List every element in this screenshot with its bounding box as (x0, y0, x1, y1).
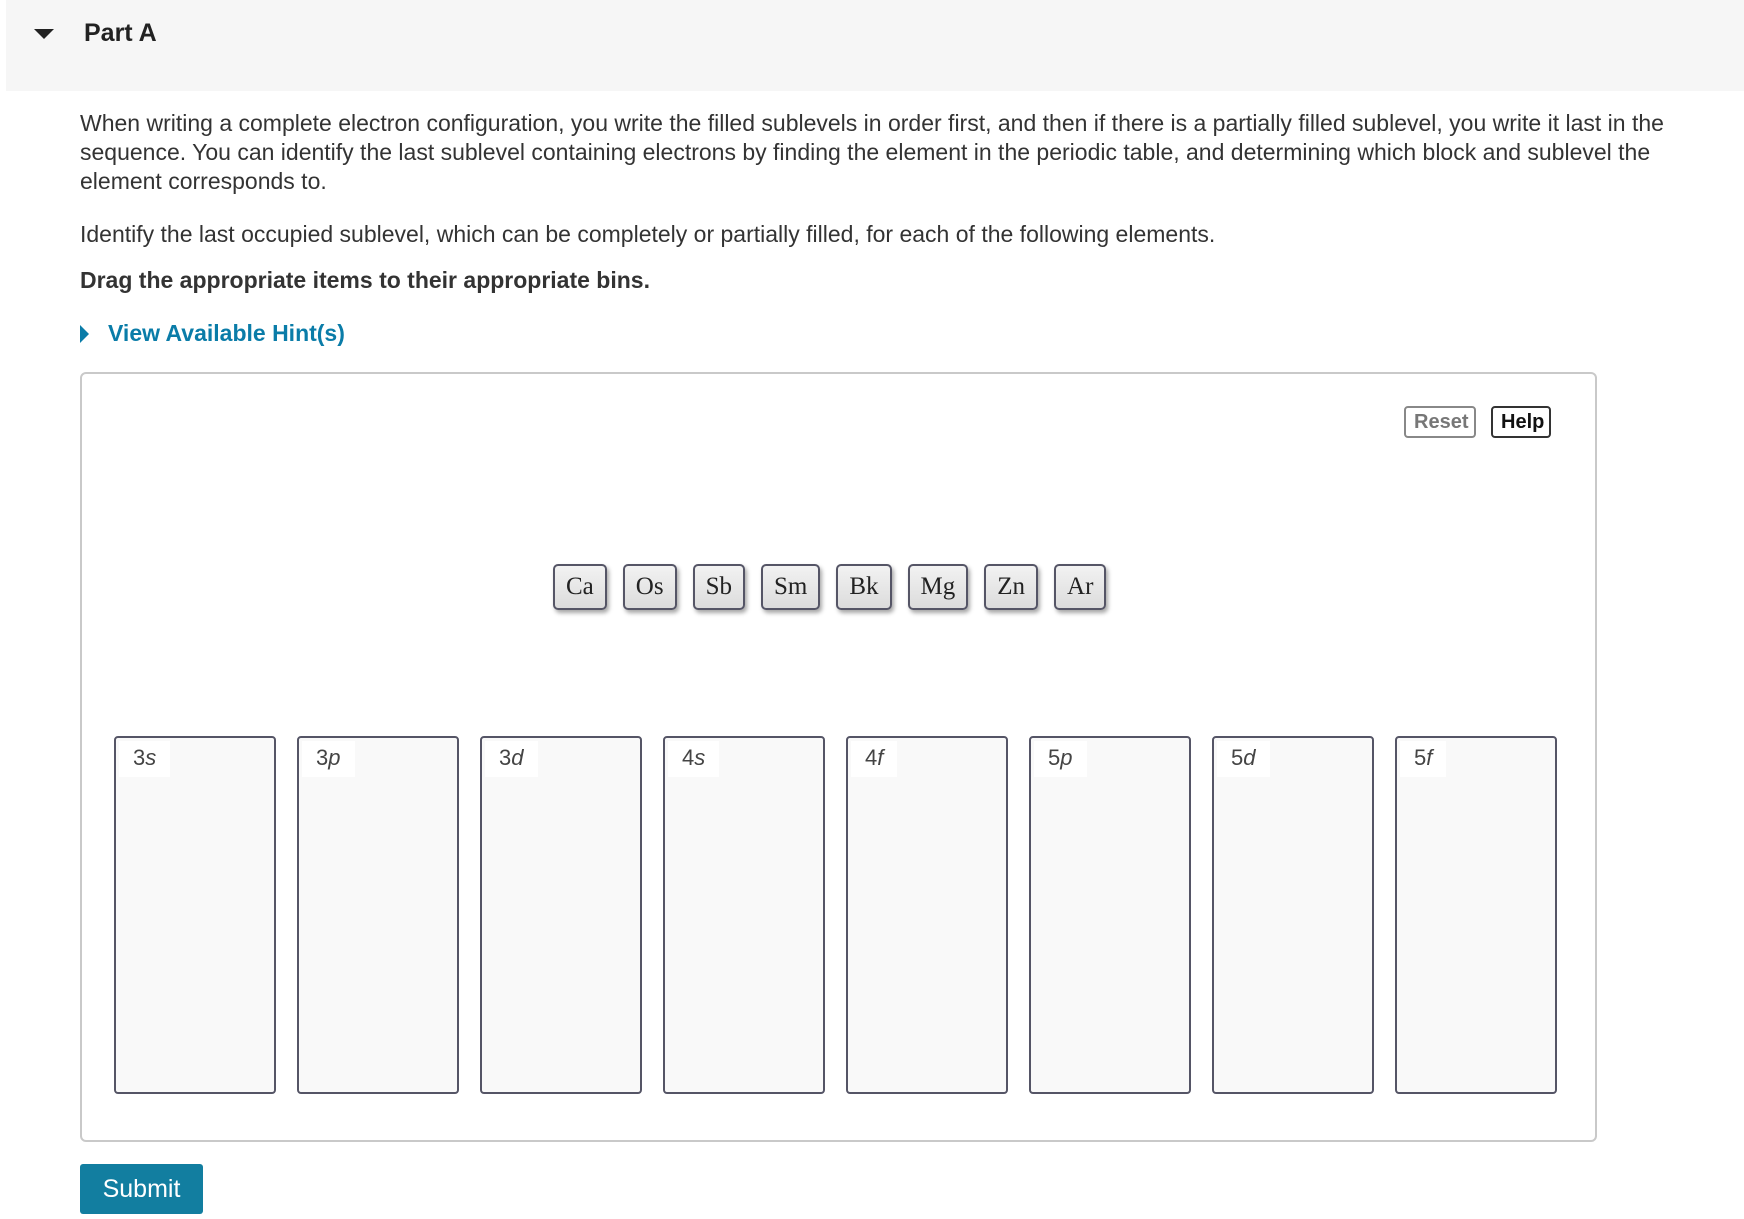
bin-label: 4f (851, 741, 898, 777)
help-button[interactable]: Help (1491, 406, 1551, 438)
reset-button[interactable]: Reset (1404, 406, 1476, 438)
bin-label: 3d (485, 741, 538, 777)
draggable-item[interactable]: Ar (1054, 564, 1107, 610)
instruction-paragraph-2: Identify the last occupied sublevel, whi… (80, 221, 1216, 247)
collapse-caret-icon[interactable] (34, 29, 54, 39)
view-hints-link[interactable]: View Available Hint(s) (80, 320, 345, 347)
draggable-item[interactable]: Bk (836, 564, 892, 610)
instruction-paragraph-3: Drag the appropriate items to their appr… (80, 267, 650, 293)
bin-label: 4s (668, 741, 720, 777)
draggable-item[interactable]: Os (622, 564, 677, 610)
drop-bin-5d[interactable]: 5d (1212, 736, 1374, 1094)
drop-bin-5f[interactable]: 5f (1395, 736, 1557, 1094)
submit-button[interactable]: Submit (80, 1164, 203, 1214)
draggable-item[interactable]: Sb (692, 564, 745, 610)
drag-drop-workspace: Reset Help Ca Os Sb Sm Bk Mg Zn Ar 3s 3p… (80, 372, 1597, 1142)
drop-bin-4s[interactable]: 4s (663, 736, 825, 1094)
part-header: Part A (6, 0, 1744, 91)
drop-bin-3d[interactable]: 3d (480, 736, 642, 1094)
drop-bin-3p[interactable]: 3p (297, 736, 459, 1094)
bin-label: 5p (1034, 741, 1087, 777)
item-tray: Ca Os Sb Sm Bk Mg Zn Ar (553, 564, 1107, 610)
bin-row: 3s 3p 3d 4s 4f 5p 5d 5f (114, 736, 1557, 1094)
part-title[interactable]: Part A (84, 19, 157, 48)
view-hints-label: View Available Hint(s) (108, 320, 345, 346)
bin-label: 5f (1400, 741, 1447, 777)
draggable-item[interactable]: Mg (907, 564, 969, 610)
bin-label: 3s (119, 741, 171, 777)
drop-bin-5p[interactable]: 5p (1029, 736, 1191, 1094)
instruction-paragraph-1: When writing a complete electron configu… (80, 110, 1664, 194)
draggable-item[interactable]: Ca (553, 564, 607, 610)
drop-bin-4f[interactable]: 4f (846, 736, 1008, 1094)
draggable-item[interactable]: Sm (760, 564, 821, 610)
caret-right-icon (80, 324, 89, 343)
draggable-item[interactable]: Zn (984, 564, 1039, 610)
bin-label: 3p (302, 741, 355, 777)
bin-label: 5d (1217, 741, 1270, 777)
drop-bin-3s[interactable]: 3s (114, 736, 276, 1094)
